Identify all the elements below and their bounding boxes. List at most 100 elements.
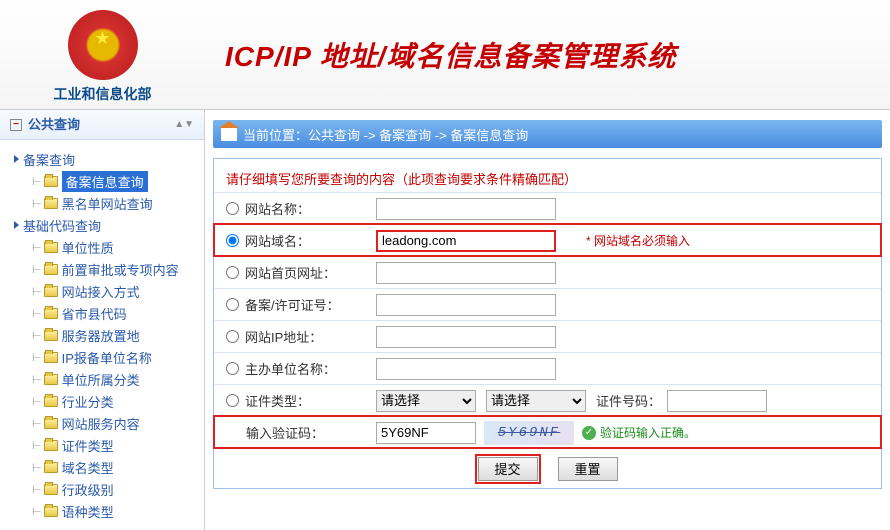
select-cert-type2[interactable]: 请选择 xyxy=(486,390,586,412)
input-org[interactable] xyxy=(376,358,556,380)
captcha-label: 输入验证码： xyxy=(226,423,376,442)
tree-item[interactable]: ⊢单位所属分类 xyxy=(6,368,204,390)
query-form: 请仔细填写您所要查询的内容（此项查询要求条件精确匹配） 网站名称： 网站域名： … xyxy=(213,158,882,489)
row-cert: 证件类型： 请选择 请选择 证件号码： xyxy=(214,384,881,416)
home-icon[interactable] xyxy=(221,127,237,141)
tree-item-label: 行政级别 xyxy=(62,480,114,499)
domain-required-note: * 网站域名必须输入 xyxy=(586,232,690,249)
tree-item[interactable]: ⊢行业分类 xyxy=(6,390,204,412)
tree-item-label: 证件类型 xyxy=(62,436,114,455)
tree-item-label: 省市县代码 xyxy=(62,304,127,323)
row-org: 主办单位名称： xyxy=(214,352,881,384)
input-cert-no[interactable] xyxy=(667,390,767,412)
tree-item[interactable]: ⊢网站接入方式 xyxy=(6,280,204,302)
folder-icon xyxy=(44,484,58,495)
folder-icon xyxy=(44,308,58,319)
folder-icon xyxy=(44,396,58,407)
folder-icon xyxy=(44,330,58,341)
row-site-name: 网站名称： xyxy=(214,192,881,224)
breadcrumb: 当前位置：公共查询 -> 备案查询 -> 备案信息查询 xyxy=(213,120,882,148)
form-hint: 请仔细填写您所要查询的内容（此项查询要求条件精确匹配） xyxy=(214,159,881,192)
sidebar-title: 公共查询 xyxy=(28,110,80,140)
sidebar-header[interactable]: − 公共查询 ▲▼ xyxy=(0,110,204,140)
tree-item-label: 网站接入方式 xyxy=(62,282,140,301)
cert-no-label: 证件号码： xyxy=(596,391,661,410)
tree-item[interactable]: ⊢前置审批或专项内容 xyxy=(6,258,204,280)
input-homepage[interactable] xyxy=(376,262,556,284)
folder-icon xyxy=(44,198,58,209)
tree-item-label: 前置审批或专项内容 xyxy=(62,260,179,279)
folder-icon xyxy=(44,242,58,253)
folder-icon xyxy=(44,506,58,517)
captcha-ok-text: 验证码输入正确。 xyxy=(600,424,696,441)
folder-icon xyxy=(44,440,58,451)
folder-icon xyxy=(44,462,58,473)
site-title: ICP/IP 地址/域名信息备案管理系统 xyxy=(205,35,890,75)
tree-item[interactable]: ⊢证件类型 xyxy=(6,434,204,456)
tree-item[interactable]: ⊢IP报备单位名称 xyxy=(6,346,204,368)
radio-license[interactable]: 备案/许可证号： xyxy=(226,295,376,314)
radio-homepage[interactable]: 网站首页网址： xyxy=(226,263,376,282)
folder-icon xyxy=(44,352,58,363)
folder-icon xyxy=(44,418,58,429)
arrow-right-icon xyxy=(14,155,19,163)
reset-button[interactable]: 重置 xyxy=(558,457,618,481)
radio-domain[interactable]: 网站域名： xyxy=(226,231,376,250)
row-homepage: 网站首页网址： xyxy=(214,256,881,288)
sort-arrows-icon[interactable]: ▲▼ xyxy=(174,110,194,140)
header: 工业和信息化部 ICP/IP 地址/域名信息备案管理系统 xyxy=(0,0,890,110)
tree-item[interactable]: ⊢黑名单网站查询 xyxy=(6,192,204,214)
ministry-name: 工业和信息化部 xyxy=(0,84,205,104)
tree-item[interactable]: ⊢语种类型 xyxy=(6,500,204,522)
folder-icon xyxy=(44,176,58,187)
tree-group-label: 备案查询 xyxy=(23,150,75,169)
row-ip: 网站IP地址： xyxy=(214,320,881,352)
sidebar-tree: 备案查询⊢备案信息查询⊢黑名单网站查询基础代码查询⊢单位性质⊢前置审批或专项内容… xyxy=(0,140,204,530)
row-domain: 网站域名： * 网站域名必须输入 xyxy=(214,224,881,256)
sidebar: − 公共查询 ▲▼ 备案查询⊢备案信息查询⊢黑名单网站查询基础代码查询⊢单位性质… xyxy=(0,110,205,530)
input-ip[interactable] xyxy=(376,326,556,348)
button-row: 提交 重置 xyxy=(214,448,881,488)
tree-item[interactable]: ⊢行政级别 xyxy=(6,478,204,500)
collapse-icon[interactable]: − xyxy=(10,119,22,131)
tree-group[interactable]: 基础代码查询 xyxy=(6,214,204,236)
tree-item-label: 备案信息查询 xyxy=(62,171,148,192)
tree-item[interactable]: ⊢省市县代码 xyxy=(6,302,204,324)
tree-item-label: 单位性质 xyxy=(62,238,114,257)
main-area: 当前位置：公共查询 -> 备案查询 -> 备案信息查询 请仔细填写您所要查询的内… xyxy=(205,110,890,530)
tree-item[interactable]: ⊢服务器放置地 xyxy=(6,324,204,346)
radio-org[interactable]: 主办单位名称： xyxy=(226,359,376,378)
tree-item-label: 行业分类 xyxy=(62,392,114,411)
radio-ip[interactable]: 网站IP地址： xyxy=(226,327,376,346)
folder-icon xyxy=(44,286,58,297)
tree-item[interactable]: ⊢备案信息查询 xyxy=(6,170,204,192)
input-license[interactable] xyxy=(376,294,556,316)
tree-item-label: 域名类型 xyxy=(62,458,114,477)
tree-item[interactable]: ⊢网站服务内容 xyxy=(6,412,204,434)
tree-group[interactable]: 备案查询 xyxy=(6,148,204,170)
tree-item-label: 黑名单网站查询 xyxy=(62,194,153,213)
tree-item-label: 服务器放置地 xyxy=(62,326,140,345)
input-domain[interactable] xyxy=(376,230,556,252)
arrow-right-icon xyxy=(14,221,19,229)
tree-item[interactable]: ⊢单位性质 xyxy=(6,236,204,258)
folder-icon xyxy=(44,374,58,385)
radio-site-name[interactable]: 网站名称： xyxy=(226,199,376,218)
tree-group-label: 基础代码查询 xyxy=(23,216,101,235)
tree-item-label: 单位所属分类 xyxy=(62,370,140,389)
tree-item[interactable]: ⊢域名类型 xyxy=(6,456,204,478)
tree-item-label: 网站服务内容 xyxy=(62,414,140,433)
check-circle-icon: ✓ xyxy=(582,426,596,440)
submit-button[interactable]: 提交 xyxy=(478,457,538,481)
tree-item-label: 语种类型 xyxy=(62,502,114,521)
row-license: 备案/许可证号： xyxy=(214,288,881,320)
row-captcha: 输入验证码： 5Y69NF ✓ 验证码输入正确。 xyxy=(214,416,881,448)
select-cert-type1[interactable]: 请选择 xyxy=(376,390,476,412)
radio-cert[interactable]: 证件类型： xyxy=(226,391,376,410)
breadcrumb-text: 当前位置：公共查询 -> 备案查询 -> 备案信息查询 xyxy=(243,125,528,144)
input-site-name[interactable] xyxy=(376,198,556,220)
captcha-image[interactable]: 5Y69NF xyxy=(484,421,574,445)
tree-item-label: IP报备单位名称 xyxy=(62,348,152,367)
emblem-wrap: 工业和信息化部 xyxy=(0,5,205,104)
input-captcha[interactable] xyxy=(376,422,476,444)
